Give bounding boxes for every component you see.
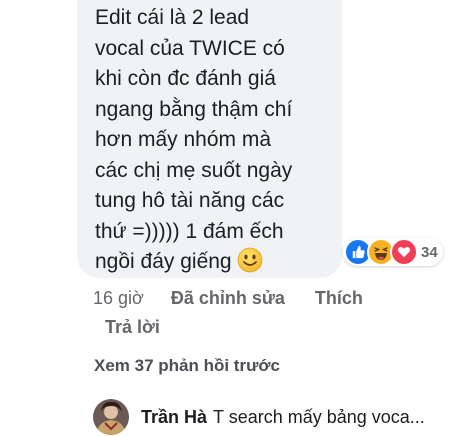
reactions-summary[interactable]: 34 [343,238,443,266]
comment-timestamp[interactable]: 16 giờ [93,284,144,313]
reply-button[interactable]: Trả lời [105,313,413,342]
comment-text: Edit cái là 2 lead vocal của TWICE có kh… [95,6,293,273]
smiling-face-emoji-icon [238,247,263,273]
reply-author-name[interactable]: Trần Hà [141,407,207,428]
avatar[interactable] [93,399,129,435]
edited-label[interactable]: Đã chỉnh sửa [171,284,285,313]
reply-snippet: T search mấy bảng voca... [213,406,425,427]
view-previous-replies-link[interactable]: Xem 37 phản hồi trước [94,356,280,376]
comment-thread: Edit cái là 2 lead vocal của TWICE có kh… [0,0,458,436]
comment-actions: 16 giờ Đã chỉnh sửa Thích Trả lời [93,284,413,342]
reaction-count: 34 [421,243,438,261]
comment-body: Edit cái là 2 lead vocal của TWICE có kh… [95,3,335,278]
latest-reply[interactable]: Trần Hà T search mấy bảng voca... [93,398,458,436]
like-button[interactable]: Thích [315,284,363,313]
love-icon [390,238,418,266]
